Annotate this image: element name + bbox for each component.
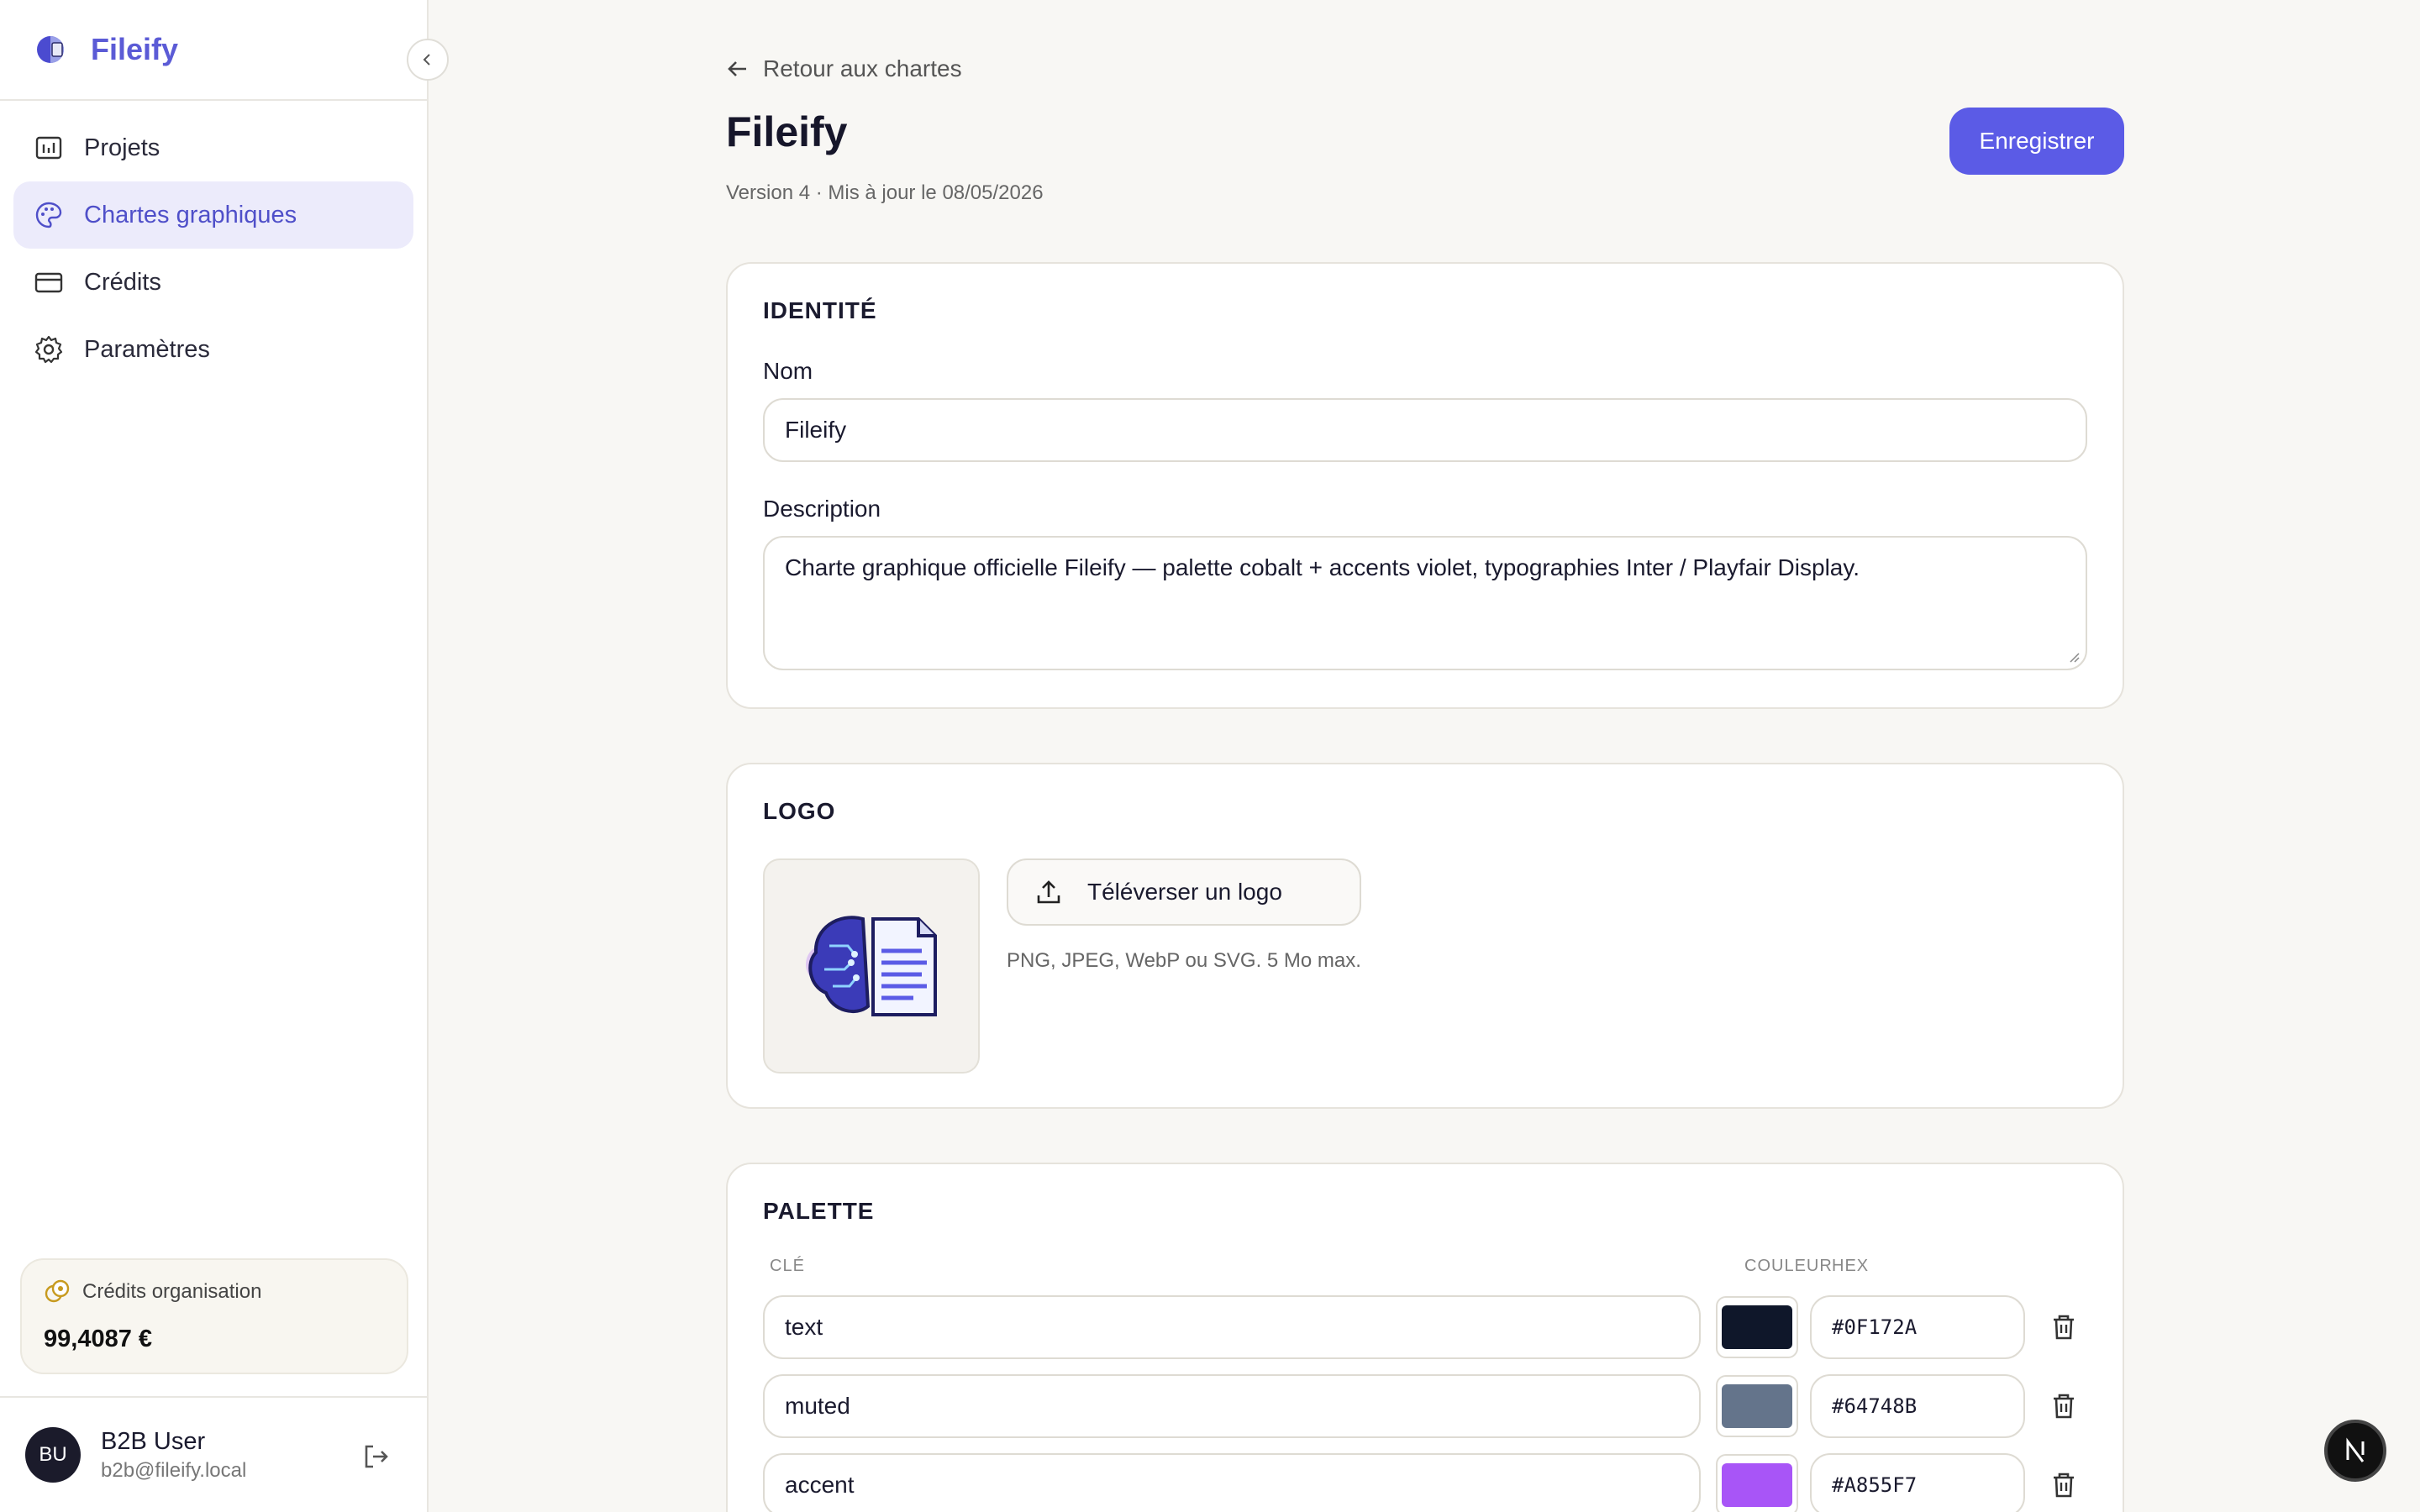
sidebar: Fileify Projets Chartes graphiques Crédi… (0, 0, 449, 1512)
brand-name: Fileify (91, 32, 179, 66)
color-picker[interactable] (1716, 1296, 1798, 1358)
sidebar-nav: Projets Chartes graphiques Crédits Param… (0, 101, 427, 383)
org-credits-card: Crédits organisation 99,4087 € (20, 1258, 408, 1374)
sidebar-item-label: Projets (84, 134, 160, 161)
hex-input[interactable]: #0F172A (1810, 1295, 2025, 1359)
col-key-header: CLÉ (770, 1257, 805, 1275)
credit-card-icon (34, 267, 64, 297)
upload-logo-button[interactable]: Téléverser un logo (1007, 858, 1361, 926)
brand-header: Fileify (0, 0, 449, 101)
color-picker[interactable] (1716, 1454, 1798, 1512)
sidebar-item-label: Paramètres (84, 335, 210, 363)
user-email: b2b@fileify.local (101, 1458, 247, 1482)
chart-icon (34, 133, 64, 163)
palette-key-input[interactable]: muted (763, 1374, 1701, 1438)
collapse-sidebar-button[interactable] (407, 39, 449, 81)
upload-logo-label: Téléverser un logo (1087, 879, 1282, 905)
chevron-left-icon (423, 54, 430, 66)
page-meta: Version 4 · Mis à jour le 08/05/2026 (726, 181, 1044, 204)
brain-document-logo-icon (806, 916, 937, 1016)
logo-card: LOGO Téléverser un logo PNG, JPEG, WebP … (726, 763, 2124, 1109)
trash-icon[interactable] (2049, 1312, 2079, 1342)
hex-input[interactable]: #64748B (1810, 1374, 2025, 1438)
sidebar-item-projets[interactable]: Projets (13, 114, 413, 181)
logo-preview (763, 858, 980, 1074)
user-bar: BU B2B User b2b@fileify.local (0, 1396, 427, 1512)
brand-logo-icon (37, 36, 64, 63)
upload-icon (1037, 880, 1060, 904)
nextjs-logo-icon (2346, 1437, 2365, 1462)
credits-label: Crédits organisation (82, 1280, 262, 1303)
palette-header: CLÉ COULEUR HEX (763, 1257, 2087, 1280)
name-input[interactable]: Fileify (763, 398, 2087, 462)
color-picker[interactable] (1716, 1375, 1798, 1437)
page-title: Fileify (726, 108, 848, 155)
arrow-left-icon (728, 61, 746, 76)
gear-icon (34, 334, 64, 365)
palette-key-input[interactable]: text (763, 1295, 1701, 1359)
col-hex-header: HEX (1832, 1257, 1870, 1275)
description-value: Charte graphique officielle Fileify — pa… (785, 554, 1860, 580)
palette-row: accent #A855F7 (763, 1453, 2087, 1512)
sidebar-item-parametres[interactable]: Paramètres (13, 316, 413, 383)
color-swatch (1722, 1305, 1792, 1349)
logo-title: LOGO (763, 798, 836, 824)
palette-title: PALETTE (763, 1198, 875, 1224)
col-color-header: COULEUR (1744, 1257, 1833, 1275)
avatar: BU (25, 1427, 81, 1483)
trash-icon[interactable] (2049, 1470, 2079, 1500)
user-name: B2B User (101, 1427, 206, 1455)
palette-icon (34, 200, 64, 230)
palette-row: muted #64748B (763, 1374, 2087, 1438)
resize-handle-icon[interactable] (2067, 650, 2081, 664)
logout-icon[interactable] (361, 1441, 392, 1472)
sidebar-item-label: Chartes graphiques (84, 201, 297, 228)
back-link[interactable]: Retour aux chartes (726, 55, 962, 82)
color-swatch (1722, 1384, 1792, 1428)
palette-row: text #0F172A (763, 1295, 2087, 1359)
nextjs-devtools-button[interactable] (2324, 1420, 2386, 1482)
palette-key-input[interactable]: accent (763, 1453, 1701, 1512)
trash-icon[interactable] (2049, 1391, 2079, 1421)
name-label: Nom (763, 358, 813, 384)
sidebar-item-credits[interactable]: Crédits (13, 249, 413, 316)
coins-icon (45, 1279, 70, 1303)
palette-card: PALETTE CLÉ COULEUR HEX text #0F172A mut… (726, 1163, 2124, 1512)
upload-hint: PNG, JPEG, WebP ou SVG. 5 Mo max. (1007, 949, 1361, 972)
back-link-label: Retour aux chartes (763, 55, 962, 81)
hex-input[interactable]: #A855F7 (1810, 1453, 2025, 1512)
sidebar-item-chartes-graphiques[interactable]: Chartes graphiques (13, 181, 413, 249)
credits-value: 99,4087 € (44, 1326, 153, 1352)
sidebar-item-label: Crédits (84, 268, 161, 296)
identity-title: IDENTITÉ (763, 297, 877, 323)
color-swatch (1722, 1463, 1792, 1507)
identity-card: IDENTITÉ Nom Fileify Description Charte … (726, 262, 2124, 709)
save-button[interactable]: Enregistrer (1949, 108, 2124, 175)
description-textarea[interactable]: Charte graphique officielle Fileify — pa… (763, 536, 2087, 670)
description-label: Description (763, 496, 881, 522)
